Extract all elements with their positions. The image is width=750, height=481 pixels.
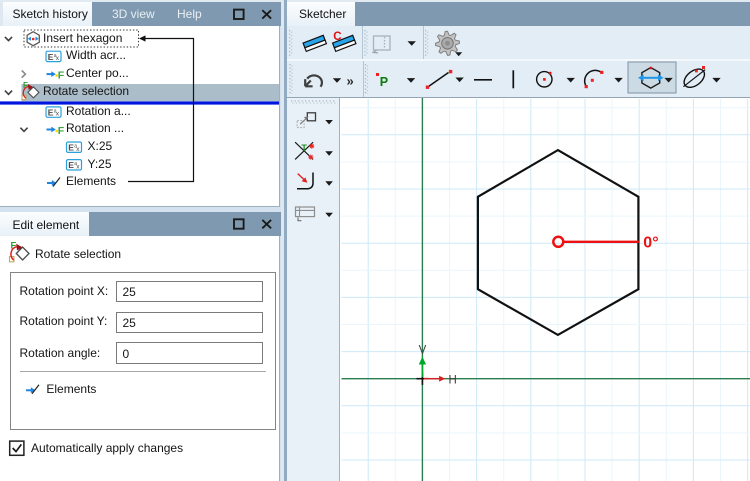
svg-text:P: P (380, 75, 388, 89)
svg-text:T: T (301, 143, 307, 153)
svg-text:0°: 0° (643, 235, 658, 252)
svg-text:H: H (448, 375, 456, 387)
svg-text:F: F (58, 69, 65, 81)
svg-text:V: V (418, 345, 426, 357)
svg-text:F: F (58, 125, 65, 137)
svg-text:F: F (23, 81, 28, 90)
svg-text:C: C (333, 31, 341, 43)
svg-text:»: » (347, 74, 354, 89)
